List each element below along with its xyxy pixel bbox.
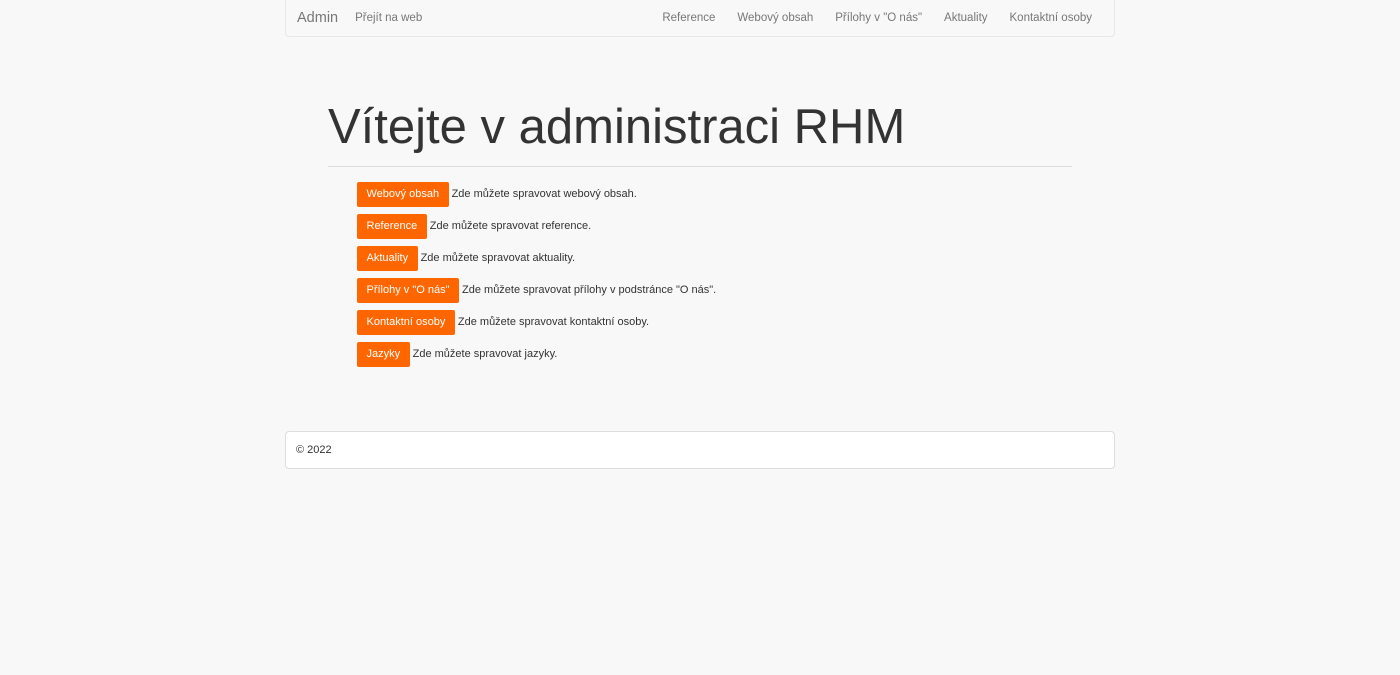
navbar-brand[interactable]: Admin: [297, 10, 338, 26]
list-item: Přílohy v "O nás" Zde můžete spravovat p…: [357, 278, 716, 303]
list-item: Aktuality Zde můžete spravovat aktuality…: [357, 246, 716, 271]
nav-right-menu: Reference Webový obsah Přílohy v "O nás"…: [662, 12, 1092, 24]
top-navbar: Admin Přejít na web Reference Webový obs…: [285, 0, 1115, 37]
nav-link-contacts[interactable]: Kontaktní osoby: [1010, 12, 1092, 24]
list-item: Webový obsah Zde můžete spravovat webový…: [357, 182, 716, 207]
item-description: Zde můžete spravovat přílohy v podstránc…: [462, 283, 717, 296]
item-description: Zde můžete spravovat aktuality.: [420, 251, 576, 264]
list-item: Kontaktní osoby Zde můžete spravovat kon…: [357, 310, 716, 335]
item-description: Zde můžete spravovat kontaktní osoby.: [457, 315, 650, 328]
reference-button[interactable]: Reference: [357, 214, 427, 239]
page-footer: © 2022: [285, 431, 1115, 469]
item-description: Zde můžete spravovat webový obsah.: [451, 187, 637, 200]
nav-link-go-to-web[interactable]: Přejít na web: [355, 12, 422, 24]
web-content-button[interactable]: Webový obsah: [357, 182, 449, 207]
nav-link-web-content[interactable]: Webový obsah: [737, 12, 813, 24]
nav-link-news[interactable]: Aktuality: [944, 12, 987, 24]
admin-section-list: Webový obsah Zde můžete spravovat webový…: [357, 182, 716, 374]
page-title: Vítejte v administraci RHM: [328, 96, 1072, 167]
page-header: Vítejte v administraci RHM: [328, 96, 1072, 167]
nav-link-reference[interactable]: Reference: [662, 12, 715, 24]
attachments-button[interactable]: Přílohy v "O nás": [357, 278, 460, 303]
item-description: Zde můžete spravovat jazyky.: [412, 347, 558, 360]
news-button[interactable]: Aktuality: [357, 246, 418, 271]
copyright-text: © 2022: [296, 444, 332, 456]
nav-link-attachments[interactable]: Přílohy v "O nás": [835, 12, 922, 24]
languages-button[interactable]: Jazyky: [357, 342, 410, 367]
item-description: Zde můžete spravovat reference.: [429, 219, 592, 232]
list-item: Reference Zde můžete spravovat reference…: [357, 214, 716, 239]
contacts-button[interactable]: Kontaktní osoby: [357, 310, 455, 335]
list-item: Jazyky Zde můžete spravovat jazyky.: [357, 342, 716, 367]
